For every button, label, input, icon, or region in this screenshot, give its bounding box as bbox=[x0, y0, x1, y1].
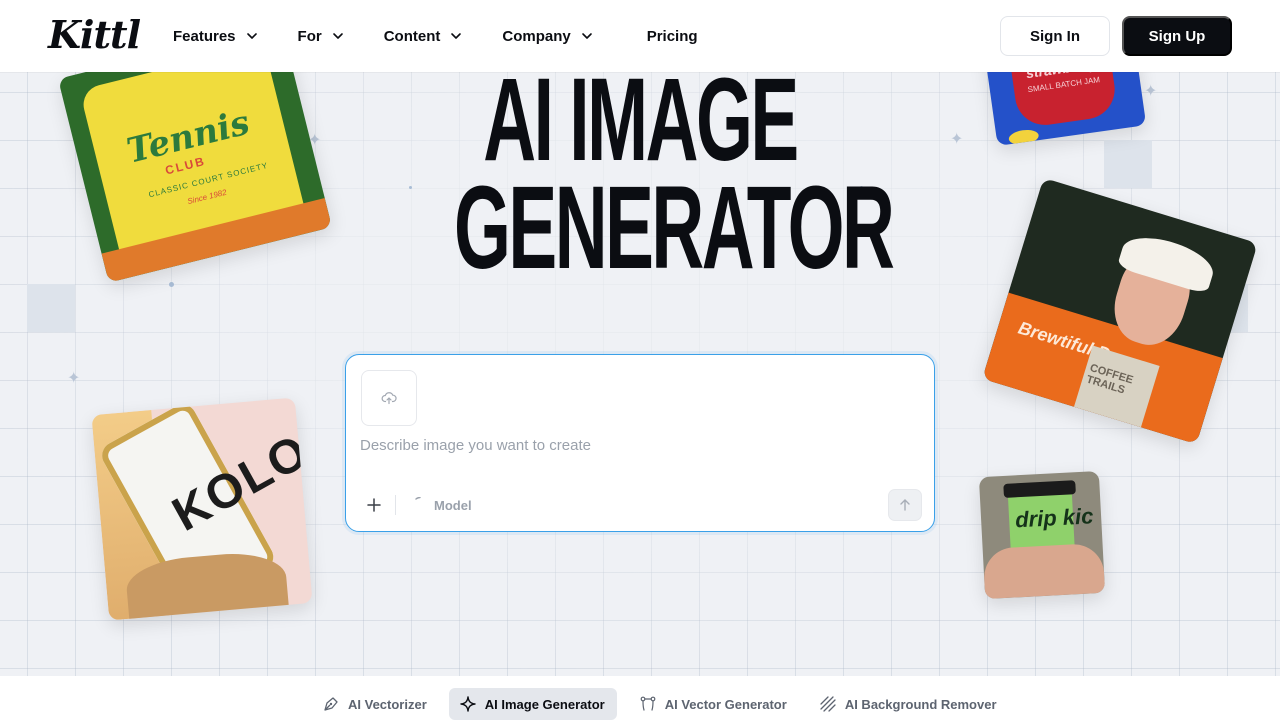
tab-ai-vectorizer[interactable]: AI Vectorizer bbox=[312, 688, 437, 720]
nav-item-label: Company bbox=[502, 27, 571, 45]
spinner-icon bbox=[415, 497, 421, 500]
prompt-box: Model bbox=[345, 354, 935, 532]
nav-item-label: For bbox=[297, 27, 322, 45]
toolbar-divider bbox=[395, 495, 396, 515]
pen-nib-icon bbox=[324, 697, 338, 711]
drink-can-photo: KOLO bbox=[91, 397, 313, 621]
grid-tile bbox=[1104, 140, 1152, 188]
page-title: AI IMAGE GENERATOR bbox=[340, 54, 940, 294]
nav-item-label: Content bbox=[383, 27, 441, 45]
nav-item-company[interactable]: Company bbox=[502, 28, 592, 45]
chevron-down-icon bbox=[451, 33, 462, 39]
bezier-curve-icon bbox=[640, 696, 656, 711]
sparkle-decoration-icon: ✦ bbox=[950, 131, 964, 148]
nav-item-features[interactable]: Features bbox=[173, 28, 258, 45]
sign-up-button[interactable]: Sign Up bbox=[1122, 16, 1232, 56]
tab-label: AI Image Generator bbox=[484, 696, 605, 712]
grid-tile bbox=[27, 284, 75, 332]
plus-icon bbox=[367, 498, 381, 512]
main-nav: Features For Content Company Pricing bbox=[173, 0, 738, 72]
tab-label: AI Vector Generator bbox=[664, 696, 787, 712]
tab-ai-background-remover[interactable]: AI Background Remover bbox=[809, 688, 1007, 720]
page-title-line-2: GENERATOR bbox=[454, 162, 895, 294]
nav-item-for[interactable]: For bbox=[298, 28, 344, 45]
top-navigation-bar: Kittl Features For Content Company Prici… bbox=[0, 0, 1280, 72]
tab-ai-vector-generator[interactable]: AI Vector Generator bbox=[629, 688, 797, 720]
coffee-cup-photo: drip kic bbox=[978, 470, 1106, 600]
chevron-down-icon bbox=[246, 33, 257, 39]
tab-label: AI Vectorizer bbox=[348, 696, 427, 712]
hand-shape bbox=[982, 542, 1106, 600]
submit-prompt-button[interactable] bbox=[888, 489, 922, 521]
tab-label: AI Background Remover bbox=[844, 696, 997, 712]
diagonal-lines-icon bbox=[820, 696, 836, 712]
sparkle-decoration-icon: ✦ bbox=[1144, 83, 1158, 100]
sign-in-button[interactable]: Sign In bbox=[1000, 16, 1110, 56]
sparkle-decoration-icon: ✦ bbox=[67, 370, 81, 387]
cloud-upload-icon bbox=[381, 392, 397, 405]
chevron-down-icon bbox=[581, 33, 592, 39]
chevron-down-icon bbox=[332, 33, 343, 39]
cup-print-text: drip kic bbox=[1014, 503, 1094, 533]
nav-item-label: Features bbox=[173, 27, 236, 45]
kittl-logo[interactable]: Kittl bbox=[48, 12, 141, 57]
tab-ai-image-generator[interactable]: AI Image Generator bbox=[448, 688, 617, 720]
upload-image-button[interactable] bbox=[361, 370, 417, 426]
add-button[interactable] bbox=[362, 493, 386, 517]
grid-dot bbox=[169, 282, 174, 287]
arrow-up-icon bbox=[900, 499, 910, 511]
nav-item-label: Pricing bbox=[646, 27, 698, 45]
nav-item-content[interactable]: Content bbox=[384, 28, 463, 45]
sparkle-icon bbox=[460, 696, 476, 712]
tool-tab-bar: AI Vectorizer AI Image Generator AI Vect… bbox=[0, 676, 1280, 720]
model-selector[interactable]: Model bbox=[434, 498, 472, 513]
tool-tabs: AI Vectorizer AI Image Generator AI Vect… bbox=[312, 688, 1019, 720]
page-title-line-1: AI IMAGE bbox=[483, 54, 799, 186]
prompt-input[interactable] bbox=[360, 433, 920, 457]
nav-item-pricing[interactable]: Pricing bbox=[647, 28, 698, 45]
